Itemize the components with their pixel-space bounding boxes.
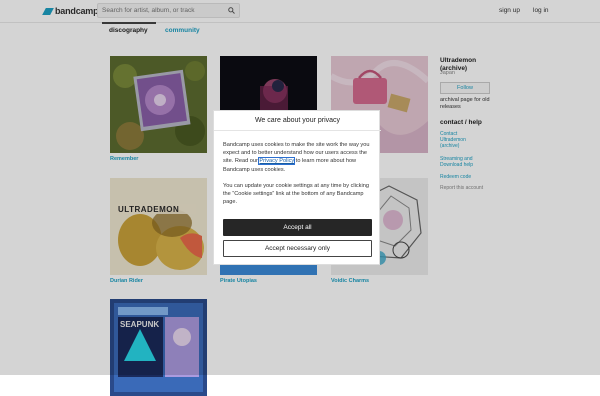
dialog-title: We care about your privacy <box>254 117 341 124</box>
privacy-policy-link[interactable]: Privacy Policy <box>258 157 296 166</box>
accept-necessary-button[interactable]: Accept necessary only <box>223 240 372 257</box>
dialog-paragraph-settings: You can update your cookie settings at a… <box>223 183 369 206</box>
dialog-divider <box>214 130 381 131</box>
cookie-consent-dialog: We care about your privacy Bandcamp uses… <box>213 110 381 265</box>
dialog-paragraph-cookies: Bandcamp uses cookies to make the site w… <box>223 141 373 174</box>
accept-all-button[interactable]: Accept all <box>223 219 372 236</box>
